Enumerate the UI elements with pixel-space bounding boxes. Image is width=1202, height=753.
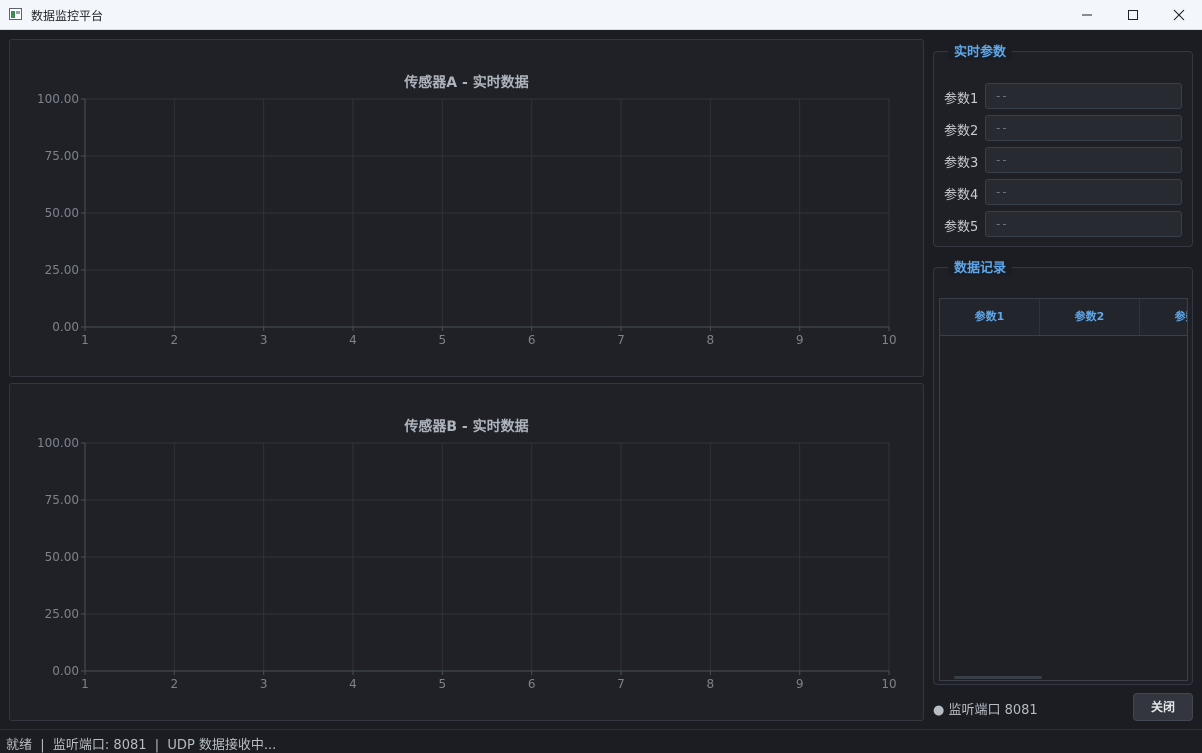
param-value-field[interactable]: -- [985,115,1182,141]
status-text: 就绪 | 监听端口: 8081 | UDP 数据接收中... [6,738,277,753]
x-tick-label: 7 [617,333,625,347]
y-tick-label: 100.00 [37,436,79,450]
minimize-button[interactable] [1064,0,1110,30]
x-tick-label: 4 [349,677,357,691]
chart-sensor-b: 100.00 75.00 50.00 25.00 0.001 2 3 4 5 6 7 8 9 10 [37,436,897,691]
x-tick-label: 5 [439,333,447,347]
x-tick-label: 10 [881,677,896,691]
y-tick-label: 75.00 [45,493,79,507]
x-tick-label: 1 [81,677,89,691]
chart-panel-sensor-b: 传感器B - 实时数据 100.00 75.00 50.00 25.00 0.00 1 2 3… [9,383,924,721]
close-icon [1173,9,1185,21]
x-tick-label: 2 [171,677,179,691]
param-label: 参数3 [944,156,979,171]
chart-panel-sensor-a: 传感器A - 实时数据 100.00 75.00 50.00 25.00 0.00 1 2 3… [9,39,924,377]
param-label: 参数2 [944,124,979,139]
window-title: 数据监控平台 [31,9,104,23]
chart-sensor-a: 100.00 75.00 50.00 25.00 0.001 2 3 4 5 6 7 8 9 10 [37,92,897,347]
column-header-param3[interactable]: 参数3 [1140,299,1187,335]
maximize-icon [1128,10,1138,20]
maximize-button[interactable] [1110,0,1156,30]
param-value-field[interactable]: -- [985,83,1182,109]
y-tick-label: 100.00 [37,92,79,106]
x-tick-label: 6 [528,333,536,347]
x-tick-label: 1 [81,333,89,347]
y-tick-label: 75.00 [45,149,79,163]
table-header: 参数1 参数2 参数3 [940,299,1187,336]
y-tick-label: 50.00 [45,206,79,220]
column-header-param2[interactable]: 参数2 [1040,299,1140,335]
param-label: 参数1 [944,92,979,107]
x-tick-label: 4 [349,333,357,347]
y-tick-label: 25.00 [45,263,79,277]
param-row-4: 参数4 -- [944,179,1184,205]
minimize-icon [1082,14,1092,16]
horizontal-scrollbar[interactable] [954,676,1042,679]
window-titlebar: 数据监控平台 [0,0,1202,30]
param-row-2: 参数2 -- [944,115,1184,141]
param-value-field[interactable]: -- [985,179,1182,205]
x-tick-label: 3 [260,677,268,691]
x-tick-label: 9 [796,333,804,347]
listen-status-label: ● 监听端口 8081 [933,703,1038,718]
y-tick-label: 25.00 [45,607,79,621]
y-tick-label: 0.00 [52,664,79,678]
x-tick-label: 10 [881,333,896,347]
x-tick-label: 8 [707,333,715,347]
realtime-params-group: 实时参数 参数1 -- 参数2 -- 参数3 -- 参数4 -- 参数5 -- [933,41,1193,247]
y-tick-label: 50.00 [45,550,79,564]
realtime-params-title: 实时参数 [948,41,1013,60]
param-row-1: 参数1 -- [944,83,1184,109]
data-records-title: 数据记录 [948,257,1013,276]
x-tick-label: 9 [796,677,804,691]
x-tick-label: 8 [707,677,715,691]
x-tick-label: 7 [617,677,625,691]
x-tick-label: 2 [171,333,179,347]
param-value-field[interactable]: -- [985,211,1182,237]
y-tick-label: 0.00 [52,320,79,334]
x-tick-label: 5 [439,677,447,691]
param-row-3: 参数3 -- [944,147,1184,173]
window-close-button[interactable] [1156,0,1202,30]
x-tick-label: 3 [260,333,268,347]
data-records-group: 数据记录 参数1 参数2 参数3 [933,257,1193,685]
param-value-field[interactable]: -- [985,147,1182,173]
records-table[interactable]: 参数1 参数2 参数3 [939,298,1188,681]
status-bar: 就绪 | 监听端口: 8081 | UDP 数据接收中... [0,729,1202,753]
param-row-5: 参数5 -- [944,211,1184,237]
column-header-param1[interactable]: 参数1 [940,299,1040,335]
param-label: 参数5 [944,220,979,235]
param-label: 参数4 [944,188,979,203]
app-icon [9,8,22,20]
close-button[interactable]: 关闭 [1133,693,1193,721]
x-tick-label: 6 [528,677,536,691]
